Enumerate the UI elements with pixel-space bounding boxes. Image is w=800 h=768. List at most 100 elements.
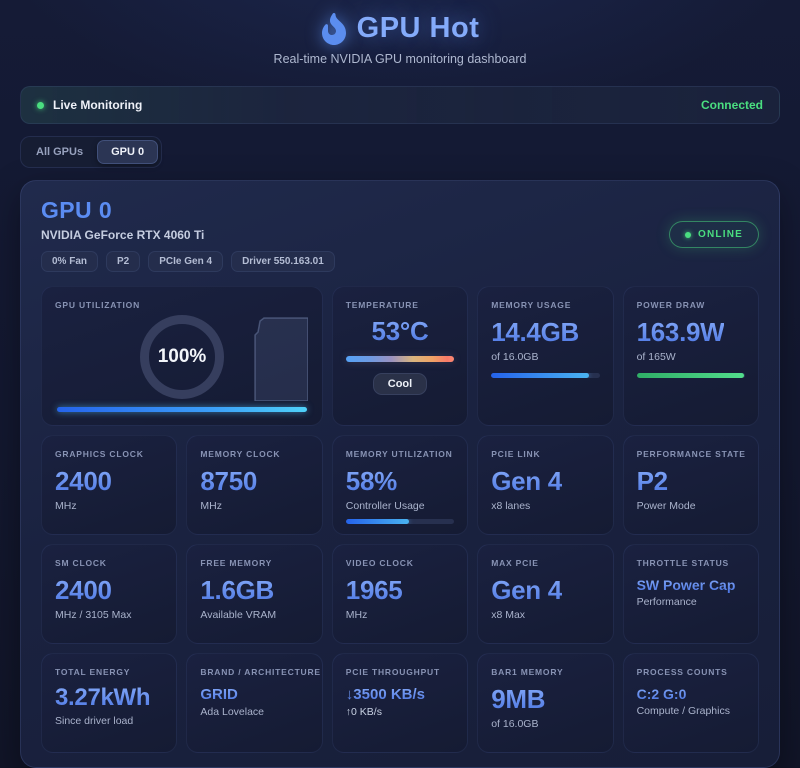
process-counts-sub: Compute / Graphics [637, 705, 745, 717]
max-pcie-sub: x8 Max [491, 609, 599, 621]
free-memory-sub: Available VRAM [200, 609, 308, 621]
utilization-progress-fill [57, 407, 307, 412]
gpu-badges: 0% Fan P2 PCIe Gen 4 Driver 550.163.01 [41, 251, 335, 272]
metric-label: BRAND / ARCHITECTURE [200, 667, 308, 677]
metric-card-process-counts: PROCESS COUNTS C:2 G:0 Compute / Graphic… [623, 653, 759, 753]
metric-card-performance-state: PERFORMANCE STATE P2 Power Mode [623, 435, 759, 535]
power-draw-sub: of 165W [637, 351, 745, 363]
metric-card-bar1-memory: BAR1 MEMORY 9MB of 16.0GB [477, 653, 613, 753]
metric-label: MAX PCIE [491, 558, 599, 568]
dashboard-page: GPU Hot Real-time NVIDIA GPU monitoring … [0, 0, 800, 768]
metric-card-graphics-clock: GRAPHICS CLOCK 2400 MHz [41, 435, 177, 535]
total-energy-sub: Since driver load [55, 715, 163, 727]
power-draw-value: 163.9W [637, 317, 725, 348]
metric-label: POWER DRAW [637, 300, 745, 310]
metric-label: TOTAL ENERGY [55, 667, 163, 677]
live-monitoring: Live Monitoring [37, 98, 142, 112]
memory-utilization-value: 58% [346, 466, 397, 497]
metric-card-pcie-throughput: PCIE THROUGHPUT ↓3500 KB/s ↑0 KB/s [332, 653, 468, 753]
max-pcie-value: Gen 4 [491, 575, 562, 606]
metric-label: MEMORY CLOCK [200, 449, 308, 459]
video-clock-value: 1965 [346, 575, 403, 606]
pcie-link-value: Gen 4 [491, 466, 562, 497]
pcie-badge: PCIe Gen 4 [148, 251, 223, 272]
metric-card-video-clock: VIDEO CLOCK 1965 MHz [332, 544, 468, 644]
bar1-memory-value: 9MB [491, 684, 545, 715]
memory-utilization-fill [346, 519, 409, 524]
memory-utilization-bar [346, 519, 454, 524]
metric-label: FREE MEMORY [200, 558, 308, 568]
metric-card-sm-clock: SM CLOCK 2400 MHz / 3105 Max [41, 544, 177, 644]
metric-card-memory-clock: MEMORY CLOCK 8750 MHz [186, 435, 322, 535]
metric-card-memory-usage: MEMORY USAGE 14.4GB of 16.0GB [477, 286, 613, 426]
metric-label: THROTTLE STATUS [637, 558, 745, 568]
utilization-gauge: 100% [140, 315, 224, 399]
metric-card-gpu-utilization: GPU UTILIZATION 100% [41, 286, 323, 426]
gpu-name: GPU 0 [41, 197, 335, 224]
bar1-memory-sub: of 16.0GB [491, 718, 599, 730]
metric-label: SM CLOCK [55, 558, 163, 568]
memory-utilization-sub: Controller Usage [346, 500, 454, 512]
live-dot-icon [37, 102, 44, 109]
metric-label: GRAPHICS CLOCK [55, 449, 163, 459]
app-header: GPU Hot Real-time NVIDIA GPU monitoring … [0, 0, 800, 66]
throttle-status-sub: Performance [637, 596, 745, 608]
total-energy-value: 3.27kWh [55, 684, 150, 712]
metric-label: GPU UTILIZATION [55, 300, 309, 310]
tab-gpu-0[interactable]: GPU 0 [97, 140, 158, 164]
pcie-tx-value: ↑0 KB/s [346, 706, 454, 718]
metric-label: VIDEO CLOCK [346, 558, 454, 568]
tab-all-gpus[interactable]: All GPUs [24, 140, 95, 164]
throttle-status-value: SW Power Cap [637, 577, 736, 593]
metric-card-total-energy: TOTAL ENERGY 3.27kWh Since driver load [41, 653, 177, 753]
page-title: GPU Hot [357, 12, 480, 45]
graphics-clock-value: 2400 [55, 466, 112, 497]
power-draw-bar [637, 373, 745, 378]
temperature-gradient-bar [346, 356, 454, 362]
metric-card-pcie-link: PCIE LINK Gen 4 x8 lanes [477, 435, 613, 535]
metric-label: PCIE THROUGHPUT [346, 667, 454, 677]
metric-card-max-pcie: MAX PCIE Gen 4 x8 Max [477, 544, 613, 644]
performance-state-sub: Power Mode [637, 500, 745, 512]
metric-label: PCIE LINK [491, 449, 599, 459]
driver-badge: Driver 550.163.01 [231, 251, 335, 272]
online-status-badge: ONLINE [669, 221, 759, 248]
pstate-badge: P2 [106, 251, 140, 272]
metric-label: MEMORY USAGE [491, 300, 599, 310]
online-label: ONLINE [698, 229, 743, 240]
sm-clock-sub: MHz / 3105 Max [55, 609, 163, 621]
metric-label: PERFORMANCE STATE [637, 449, 745, 459]
memory-usage-value: 14.4GB [491, 317, 579, 348]
metric-label: MEMORY UTILIZATION [346, 449, 454, 459]
metric-card-power-draw: POWER DRAW 163.9W of 165W [623, 286, 759, 426]
utilization-progress-bar [57, 407, 307, 412]
metric-card-brand-architecture: BRAND / ARCHITECTURE GRID Ada Lovelace [186, 653, 322, 753]
metric-grid: GPU UTILIZATION 100% TEMPERATURE 53°C Co… [41, 286, 759, 753]
metric-card-memory-utilization: MEMORY UTILIZATION 58% Controller Usage [332, 435, 468, 535]
live-monitoring-label: Live Monitoring [53, 98, 142, 112]
power-draw-fill [637, 373, 744, 378]
pcie-link-sub: x8 lanes [491, 500, 599, 512]
metric-card-temperature: TEMPERATURE 53°C Cool [332, 286, 468, 426]
memory-clock-value: 8750 [200, 466, 257, 497]
metric-label: PROCESS COUNTS [637, 667, 745, 677]
page-subtitle: Real-time NVIDIA GPU monitoring dashboar… [274, 52, 527, 66]
metric-label: BAR1 MEMORY [491, 667, 599, 677]
performance-state-value: P2 [637, 466, 668, 497]
online-dot-icon [685, 232, 691, 238]
memory-usage-sub: of 16.0GB [491, 351, 599, 363]
metric-card-free-memory: FREE MEMORY 1.6GB Available VRAM [186, 544, 322, 644]
utilization-value: 100% [158, 346, 207, 368]
gpu-model: NVIDIA GeForce RTX 4060 Ti [41, 228, 335, 242]
pcie-rx-value: ↓3500 KB/s [346, 686, 425, 703]
architecture-sub: Ada Lovelace [200, 706, 308, 718]
sm-clock-value: 2400 [55, 575, 112, 606]
memory-usage-bar [491, 373, 599, 378]
temperature-value: 53°C [372, 316, 429, 347]
connection-status: Connected [701, 98, 763, 112]
gpu-tabs: All GPUs GPU 0 [20, 136, 162, 168]
brand-value: GRID [200, 686, 238, 703]
free-memory-value: 1.6GB [200, 575, 274, 606]
memory-clock-sub: MHz [200, 500, 308, 512]
temperature-status-badge: Cool [373, 373, 427, 395]
